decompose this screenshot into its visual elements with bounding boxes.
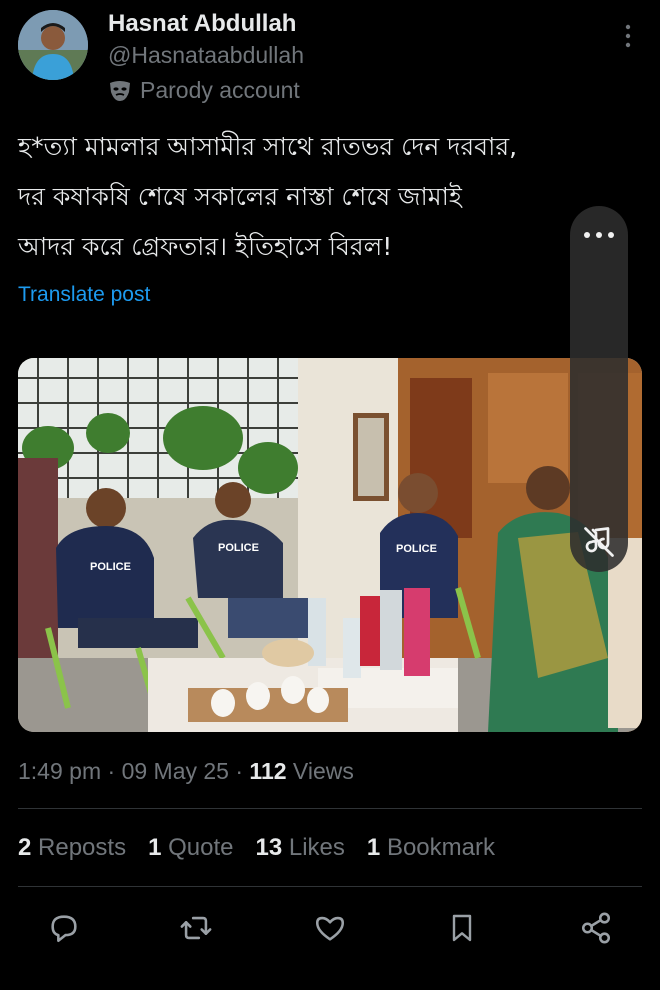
author-name[interactable]: Hasnat Abdullah [108,10,296,38]
quotes-stat[interactable]: 1 Quote [148,834,233,862]
floating-media-controls [570,206,628,572]
post-media[interactable]: POLICE POLICE POLICE [18,358,642,732]
mute-icon [584,527,614,557]
reply-button[interactable] [44,905,84,951]
parody-label: Parody account [108,77,300,104]
post-time[interactable]: 1:49 pm [18,758,101,784]
author-handle[interactable]: @Hasnataabdullah [108,42,304,69]
post-date[interactable]: 09 May 25 [122,758,229,784]
overlay-more-button[interactable] [570,220,628,250]
more-icon [625,24,631,48]
photo: POLICE POLICE POLICE [18,358,642,732]
quotes-label: Quote [168,834,234,861]
likes-stat[interactable]: 13 Likes [256,834,345,862]
separator: · [235,758,244,784]
parody-text: Parody account [140,77,300,103]
post-line: আদর করে গ্রেফতার। ইতিহাসে বিরল! [18,232,393,261]
divider [18,808,642,809]
like-button[interactable] [310,905,350,951]
post-line: দর কষাকষি শেষে সকালের নাস্তা শেষে জামাই [18,182,462,211]
repost-button[interactable] [176,905,216,951]
likes-label: Likes [288,834,345,861]
separator: · [107,758,116,784]
translate-post-link[interactable]: Translate post [18,283,150,307]
views-label: Views [292,758,354,784]
share-icon [581,912,611,944]
action-bar [0,905,660,955]
quotes-count: 1 [148,834,162,861]
post-text: হ*ত্যা মামলার আসামীর সাথে রাতভর দেন দরবা… [18,122,648,272]
mute-button[interactable] [581,524,617,560]
vest-text: POLICE [396,543,437,555]
bookmark-icon [452,914,472,942]
bookmarks-label: Bookmark [386,834,495,861]
vest-text: POLICE [218,542,259,554]
more-icon [584,232,614,238]
post-meta: 1:49 pm · 09 May 25 · 112 Views [18,758,354,785]
post-line: হ*ত্যা মামলার আসামীর সাথে রাতভর দেন দরবা… [18,132,518,161]
reposts-label: Reposts [38,834,127,861]
engagement-stats: 2 Reposts 1 Quote 13 Likes 1 Bookmark [18,834,495,862]
repost-icon [180,916,212,940]
divider [18,886,642,887]
reposts-stat[interactable]: 2 Reposts [18,834,126,862]
mask-icon [110,80,130,101]
reply-icon [51,915,77,943]
heart-icon [315,916,345,941]
bookmark-button[interactable] [442,905,482,951]
views-count: 112 [249,758,287,784]
share-button[interactable] [576,905,616,951]
vest-text: POLICE [90,561,131,573]
more-options-button[interactable] [618,22,638,50]
reposts-count: 2 [18,834,32,861]
likes-count: 13 [255,834,283,861]
bookmarks-stat[interactable]: 1 Bookmark [367,834,495,862]
avatar[interactable] [18,10,88,80]
bookmarks-count: 1 [366,834,381,861]
